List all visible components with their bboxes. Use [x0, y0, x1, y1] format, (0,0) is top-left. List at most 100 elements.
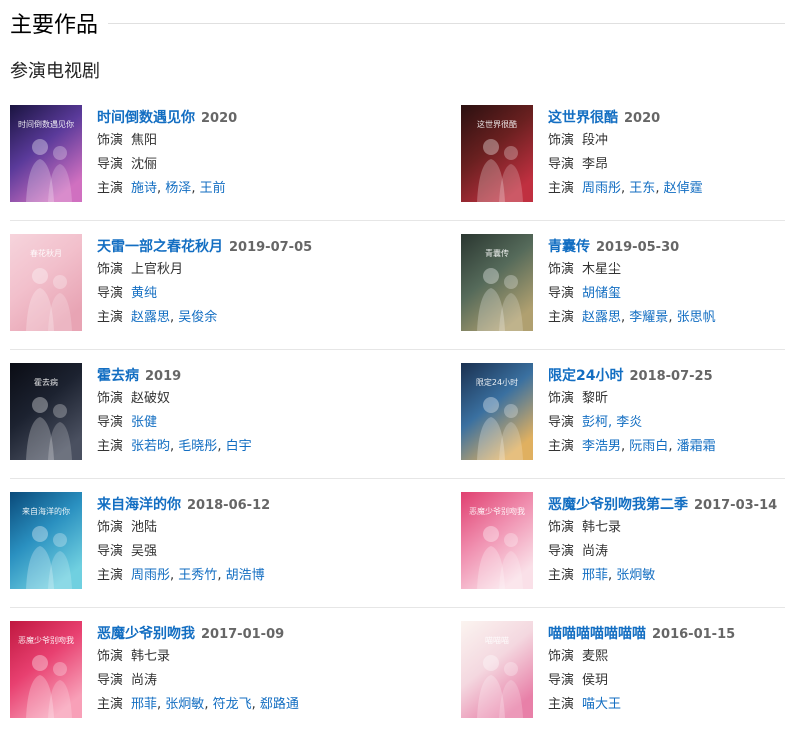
work-title-link[interactable]: 这世界很酷 — [548, 110, 618, 126]
cast-member-link[interactable]: 赵露思 — [582, 310, 621, 325]
poster-image[interactable]: 春花秋月 — [10, 234, 82, 331]
title-line: 恶魔少爷别吻我 2017-01-09 — [97, 621, 357, 645]
poster-image[interactable]: 来自海洋的你 — [10, 492, 82, 589]
role-value: 焦阳 — [131, 133, 158, 148]
poster-art: 霍去病 — [10, 363, 82, 460]
poster-art: 这世界很酷 — [461, 105, 533, 202]
cast-member-link[interactable]: 潘霜霜 — [677, 439, 716, 454]
cast-member-link[interactable]: 周雨彤 — [131, 568, 170, 583]
cast-member-link[interactable]: 符龙飞 — [213, 697, 252, 712]
director-value: 李昂 — [582, 157, 609, 172]
role-line: 饰演 韩七录 — [97, 645, 357, 669]
cast-member-link[interactable]: 白宇 — [226, 439, 252, 454]
director-line: 导演 侯玥 — [548, 669, 785, 693]
cast-member-link[interactable]: 赵露思 — [131, 310, 170, 325]
director-label: 导演 — [548, 157, 575, 172]
work-info: 喵喵喵喵喵喵喵 2016-01-15 饰演 麦熙 导演 侯玥 主演 喵大王 — [548, 621, 785, 717]
director-value[interactable]: 黄纯 — [131, 286, 157, 301]
title-line: 来自海洋的你 2018-06-12 — [97, 492, 357, 516]
role-value: 上官秋月 — [131, 262, 184, 277]
work-item: 霍去病 霍去病 2019 饰演 赵破奴 导演 张健 主演 张若昀, 毛晓彤, 白宇 — [10, 363, 350, 463]
work-title-link[interactable]: 限定24小时 — [548, 368, 623, 384]
cast-member-link[interactable]: 王东 — [629, 181, 655, 196]
work-title-link[interactable]: 青囊传 — [548, 239, 590, 255]
cast-member-link[interactable]: 邢菲 — [131, 697, 157, 712]
poster-art: 恶魔少爷别吻我 — [10, 621, 82, 718]
cast-member-link[interactable]: 王前 — [200, 181, 226, 196]
poster-title-text: 限定24小时 — [476, 377, 518, 387]
work-year: 2016-01-15 — [652, 627, 736, 642]
work-title-link[interactable]: 来自海洋的你 — [97, 497, 181, 513]
cast-label: 主演 — [548, 568, 575, 583]
works-row: 来自海洋的你 来自海洋的你 2018-06-12 饰演 池陆 导演 吴强 主演 周雨彤, 王秀竹… — [10, 479, 785, 608]
cast-member-link[interactable]: 阮雨白 — [629, 439, 668, 454]
role-value: 木星尘 — [582, 262, 622, 277]
cast-member-link[interactable]: 胡浩博 — [226, 568, 265, 583]
director-value[interactable]: 张健 — [131, 415, 157, 430]
director-label: 导演 — [548, 415, 575, 430]
work-title-link[interactable]: 霍去病 — [97, 368, 139, 384]
poster-image[interactable]: 这世界很酷 — [461, 105, 533, 202]
work-title-link[interactable]: 时间倒数遇见你 — [97, 110, 195, 126]
work-year: 2019 — [145, 369, 182, 384]
cast-label: 主演 — [548, 310, 575, 325]
poster-image[interactable]: 喵喵喵 — [461, 621, 533, 718]
poster-image[interactable]: 恶魔少爷别吻我 — [461, 492, 533, 589]
cast-line: 主演 李浩男, 阮雨白, 潘霜霜 — [548, 435, 785, 459]
cast-member-link[interactable]: 张炯敏 — [616, 568, 655, 583]
title-line: 喵喵喵喵喵喵喵 2016-01-15 — [548, 621, 785, 645]
director-label: 导演 — [97, 544, 124, 559]
poster-image[interactable]: 限定24小时 — [461, 363, 533, 460]
director-value[interactable]: 胡储玺 — [582, 286, 621, 301]
cast-separator: , — [217, 439, 226, 454]
cast-member-link[interactable]: 杨泽 — [165, 181, 191, 196]
cast-member-link[interactable]: 郄路通 — [260, 697, 299, 712]
cast-member-link[interactable]: 张若昀 — [131, 439, 170, 454]
cast-line: 主演 赵露思, 李耀景, 张思帆 — [548, 306, 785, 330]
work-item: 春花秋月 天雷一部之春花秋月 2019-07-05 饰演 上官秋月 导演 黄纯 主演 赵露思, … — [10, 234, 350, 334]
cast-member-link[interactable]: 张炯敏 — [165, 697, 204, 712]
work-item: 恶魔少爷别吻我 恶魔少爷别吻我第二季 2017-03-14 饰演 韩七录 导演 尚涛 主演 邢菲… — [461, 492, 785, 592]
role-label: 饰演 — [97, 649, 124, 664]
poster-art: 限定24小时 — [461, 363, 533, 460]
cast-member-link[interactable]: 施诗 — [131, 181, 157, 196]
work-year: 2017-01-09 — [201, 627, 285, 642]
poster-image[interactable]: 青囊传 — [461, 234, 533, 331]
poster-image[interactable]: 恶魔少爷别吻我 — [10, 621, 82, 718]
cast-member-link[interactable]: 李浩男 — [582, 439, 621, 454]
work-title-link[interactable]: 喵喵喵喵喵喵喵 — [548, 626, 646, 642]
work-item: 这世界很酷 这世界很酷 2020 饰演 段冲 导演 李昂 主演 周雨彤, 王东, 赵倬霆 — [461, 105, 785, 205]
cast-label: 主演 — [548, 181, 575, 196]
director-line: 导演 胡储玺 — [548, 282, 785, 306]
poster-image[interactable]: 霍去病 — [10, 363, 82, 460]
cast-label: 主演 — [548, 439, 575, 454]
cast-member-link[interactable]: 王秀竹 — [178, 568, 217, 583]
title-line: 时间倒数遇见你 2020 — [97, 105, 357, 129]
cast-member-link[interactable]: 毛晓彤 — [178, 439, 217, 454]
title-line: 天雷一部之春花秋月 2019-07-05 — [97, 234, 357, 258]
poster-image[interactable]: 时间倒数遇见你 — [10, 105, 82, 202]
director-line: 导演 黄纯 — [97, 282, 357, 306]
work-title-link[interactable]: 天雷一部之春花秋月 — [97, 239, 223, 255]
cast-member-link[interactable]: 李耀景 — [629, 310, 668, 325]
cast-member-link[interactable]: 吴俊余 — [178, 310, 217, 325]
role-line: 饰演 麦熙 — [548, 645, 785, 669]
director-label: 导演 — [97, 157, 124, 172]
work-title-link[interactable]: 恶魔少爷别吻我 — [97, 626, 195, 642]
role-label: 饰演 — [97, 262, 124, 277]
cast-member-link[interactable]: 周雨彤 — [582, 181, 621, 196]
cast-line: 主演 张若昀, 毛晓彤, 白宇 — [97, 435, 357, 459]
cast-member-link[interactable]: 喵大王 — [582, 697, 621, 712]
director-value: 尚涛 — [131, 673, 158, 688]
works-row: 时间倒数遇见你 时间倒数遇见你 2020 饰演 焦阳 导演 沈俪 主演 施诗, 杨泽, 王前 这世… — [10, 92, 785, 221]
works-row: 恶魔少爷别吻我 恶魔少爷别吻我 2017-01-09 饰演 韩七录 导演 尚涛 主演 邢菲, 张… — [10, 608, 785, 734]
work-title-link[interactable]: 恶魔少爷别吻我第二季 — [548, 497, 688, 513]
director-value[interactable]: 彭柯, 李炎 — [582, 415, 642, 430]
role-label: 饰演 — [548, 133, 575, 148]
cast-member-link[interactable]: 邢菲 — [582, 568, 608, 583]
poster-title-text: 时间倒数遇见你 — [18, 119, 74, 129]
cast-member-link[interactable]: 张思帆 — [677, 310, 716, 325]
poster-title-text: 青囊传 — [485, 248, 509, 258]
cast-member-link[interactable]: 赵倬霆 — [664, 181, 703, 196]
work-info: 青囊传 2019-05-30 饰演 木星尘 导演 胡储玺 主演 赵露思, 李耀景, 张思帆 — [548, 234, 785, 330]
